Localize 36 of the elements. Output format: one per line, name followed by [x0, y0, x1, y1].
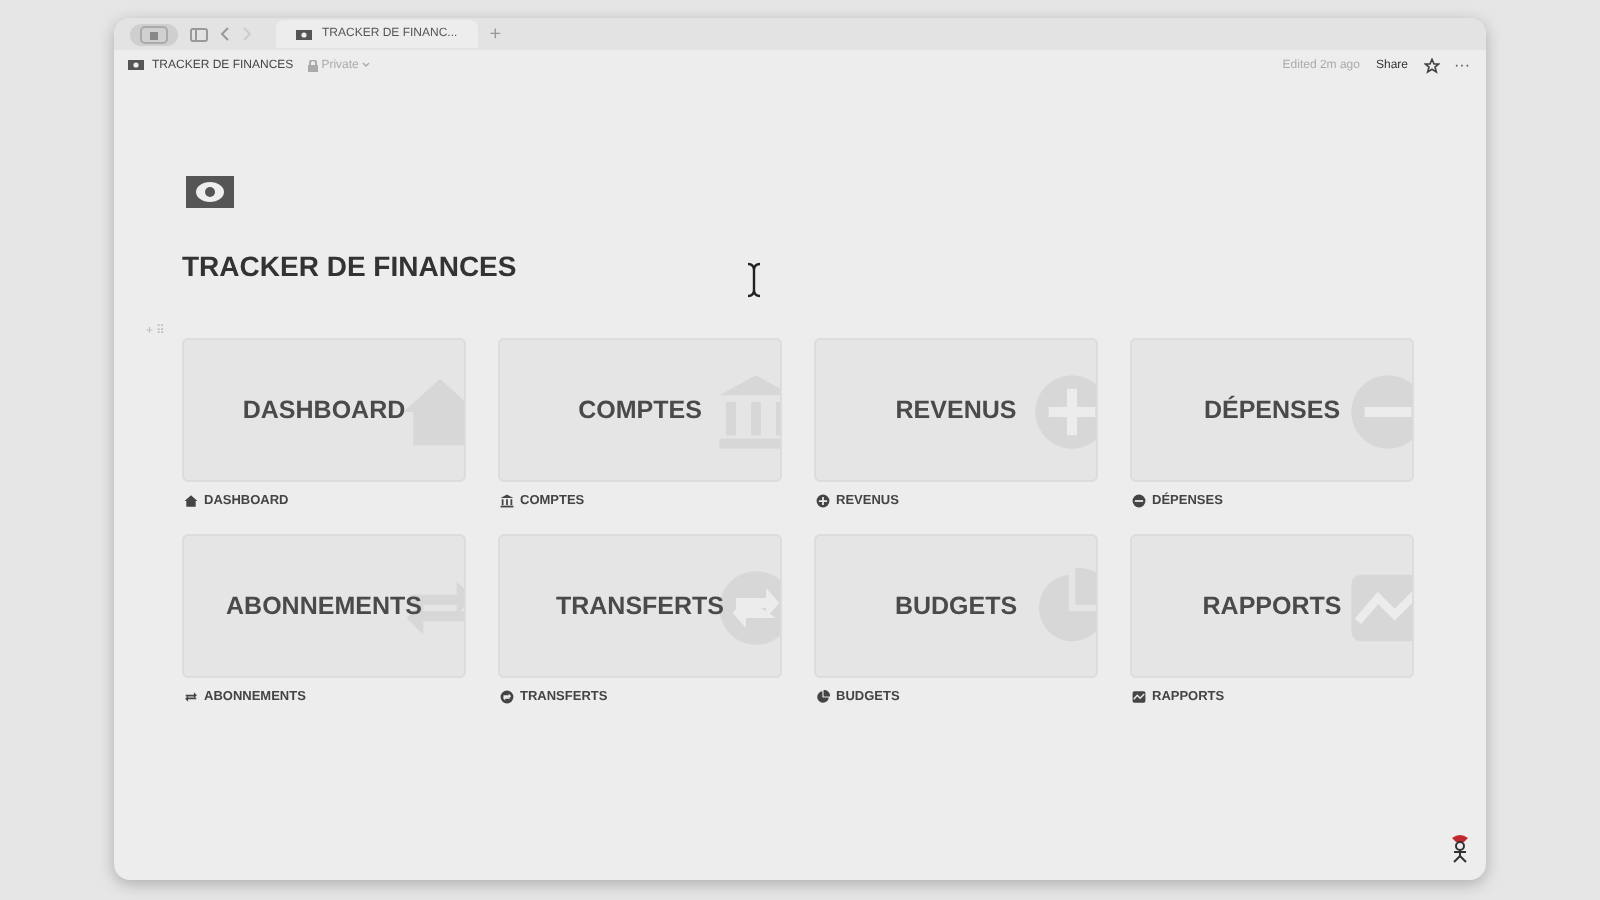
pie-icon: [816, 689, 830, 703]
gallery-card[interactable]: BUDGETS: [814, 534, 1098, 678]
gallery-card[interactable]: COMPTES: [498, 338, 782, 482]
money-icon: [128, 60, 144, 70]
bank-icon: [500, 493, 514, 507]
star-icon[interactable]: [1424, 57, 1440, 73]
chart-icon: [1132, 689, 1146, 703]
sidebar-toggle-icon[interactable]: [130, 23, 178, 45]
swap-icon: [500, 689, 514, 703]
gallery-card[interactable]: RAPPORTS: [1130, 534, 1414, 678]
card-title: DASHBOARD: [242, 396, 406, 424]
gallery-card[interactable]: DASHBOARD: [182, 338, 466, 482]
card-title: REVENUS: [895, 396, 1017, 424]
page-title: TRACKER DE FINANCES: [182, 250, 517, 282]
card-title: RAPPORTS: [1202, 592, 1342, 620]
money-icon: [186, 176, 234, 208]
minus-icon: [1132, 493, 1146, 507]
gallery-card[interactable]: DÉPENSES: [1130, 338, 1414, 482]
lock-icon: [307, 59, 318, 71]
money-icon: [296, 29, 312, 39]
chevron-down-icon: [362, 62, 371, 68]
card-title: TRANSFERTS: [555, 592, 725, 620]
gallery-card[interactable]: TRANSFERTS: [498, 534, 782, 678]
plus-icon: [816, 493, 830, 507]
card-title: BUDGETS: [894, 592, 1018, 620]
house-icon: [184, 493, 198, 507]
back-icon[interactable]: [220, 26, 230, 42]
gallery-card[interactable]: REVENUS: [814, 338, 1098, 482]
repeat-icon: [184, 689, 198, 703]
card-title: DÉPENSES: [1203, 396, 1341, 424]
text-cursor-icon: [746, 262, 762, 298]
card-title: COMPTES: [578, 396, 702, 424]
sidebar-icon[interactable]: [190, 27, 208, 41]
more-button[interactable]: ···: [1454, 56, 1470, 74]
gallery-card[interactable]: ABONNEMENTS: [182, 534, 466, 678]
card-title: ABONNEMENTS: [226, 592, 422, 620]
